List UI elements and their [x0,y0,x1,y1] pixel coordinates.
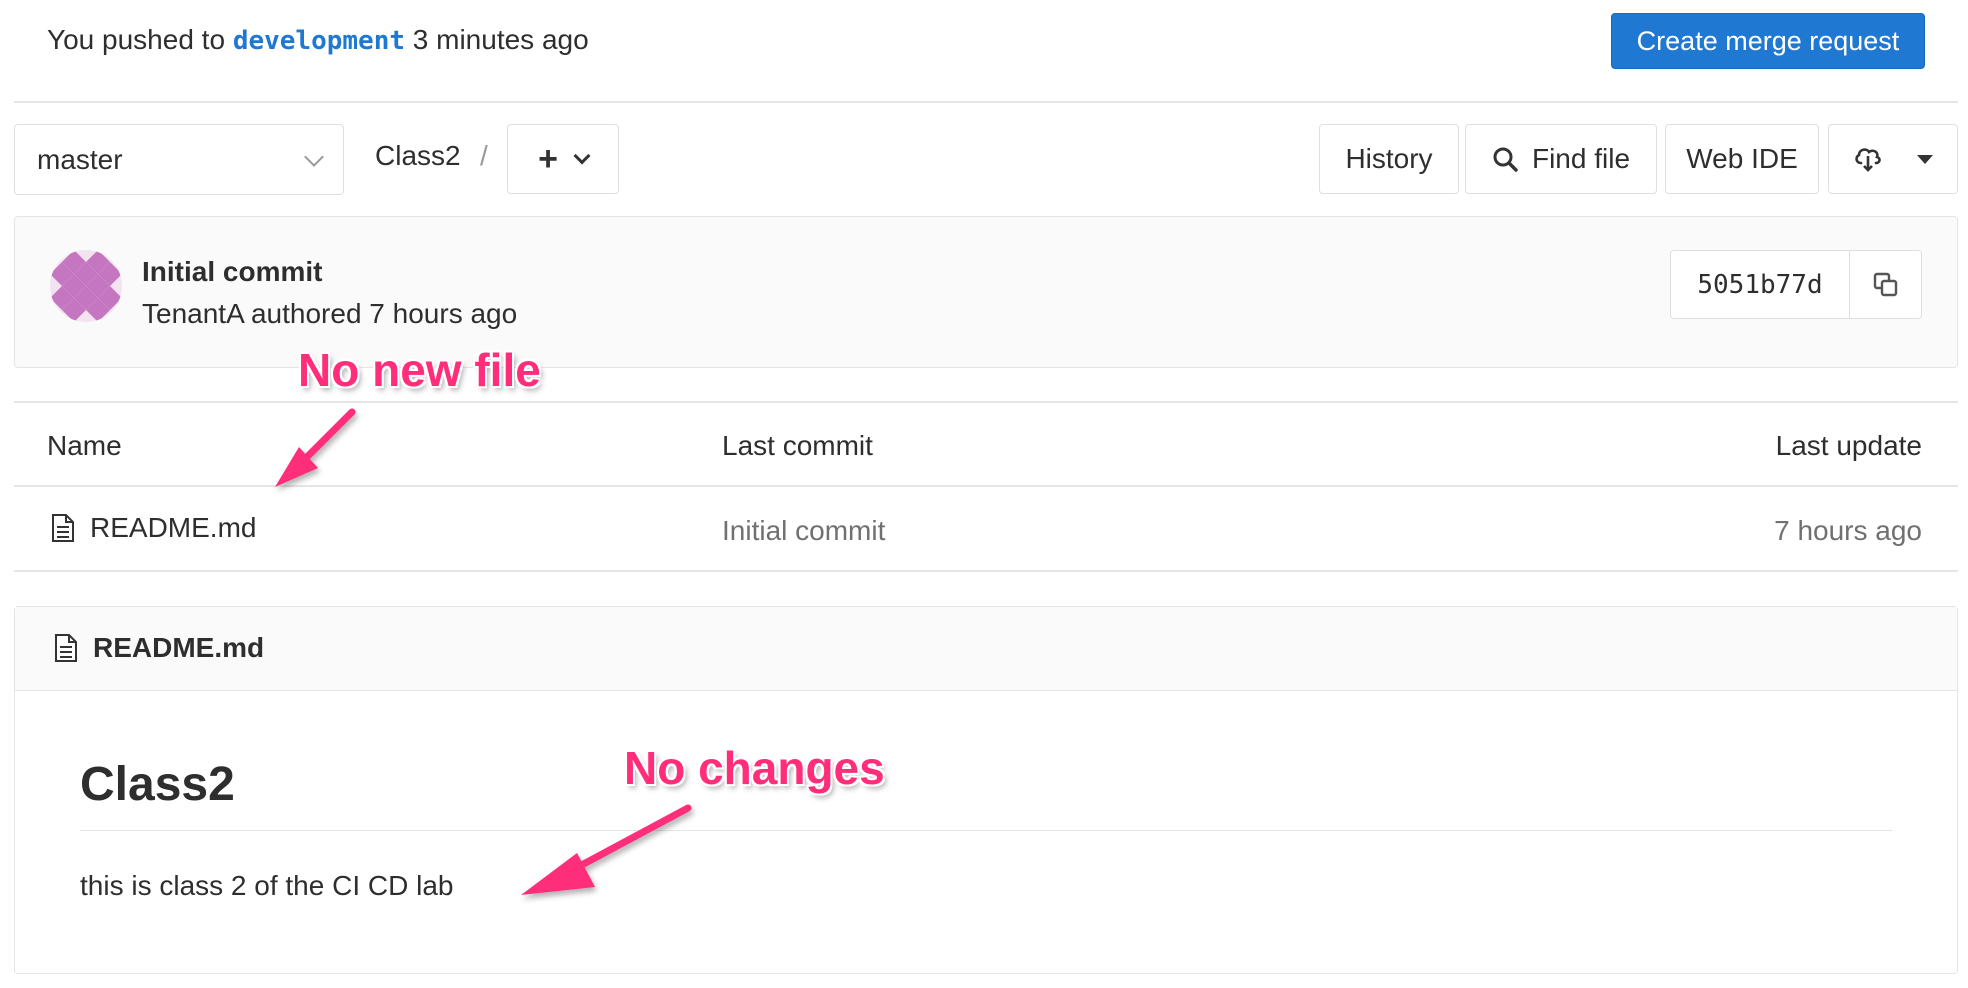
annotation-arrows [275,408,692,895]
arrow-to-readme-body-icon [521,804,692,895]
arrow-to-file-icon [275,408,356,487]
